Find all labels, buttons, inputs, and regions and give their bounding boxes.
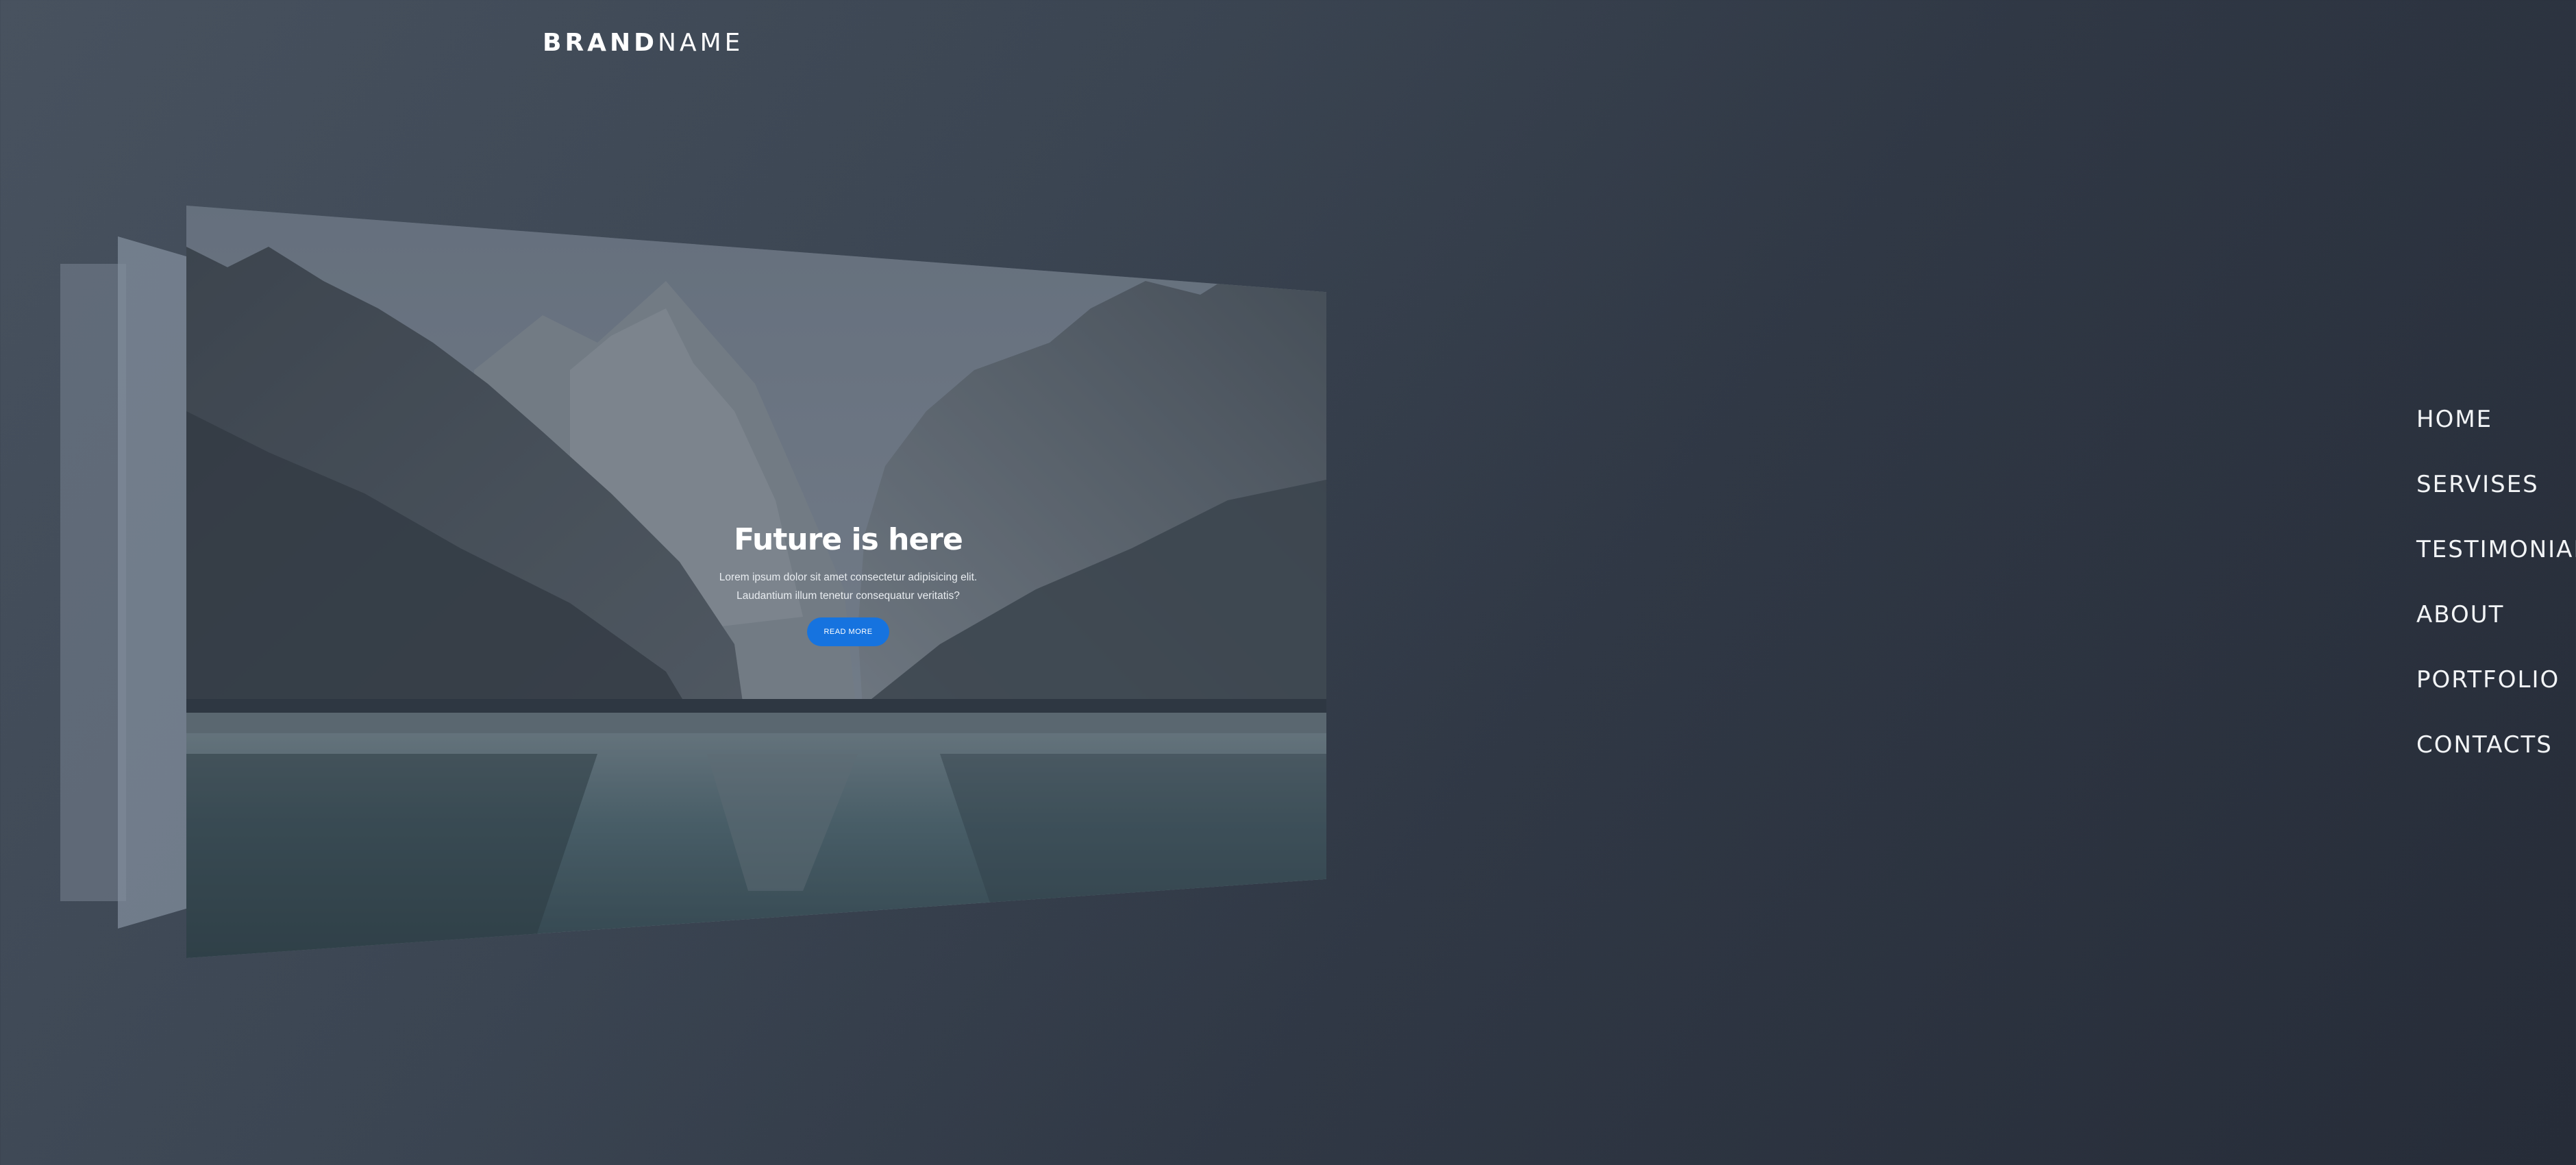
hero-text-line-1: Lorem ipsum dolor sit amet consectetur a… xyxy=(719,572,978,583)
nav-item-portfolio[interactable]: PORTFOLIO xyxy=(2416,663,2576,728)
hero-content: Future is here Lorem ipsum dolor sit ame… xyxy=(670,522,1026,646)
main-nav: HOME SERVISES TESTIMONIALS ABOUT PORTFOL… xyxy=(2416,403,2576,794)
hero-text-line-2: Laudantium illum tenetur consequatur ver… xyxy=(736,590,960,602)
slide-ghost-middle[interactable] xyxy=(118,236,189,929)
slide-ghost-back[interactable] xyxy=(60,264,126,901)
nav-item-about[interactable]: ABOUT xyxy=(2416,598,2576,663)
hero-title: Future is here xyxy=(734,522,963,557)
slider: Future is here Lorem ipsum dolor sit ame… xyxy=(0,0,1370,1028)
nav-item-testimonials[interactable]: TESTIMONIALS xyxy=(2416,533,2576,598)
nav-item-contacts[interactable]: CONTACTS xyxy=(2416,728,2576,794)
read-more-button[interactable]: READ MORE xyxy=(807,617,889,646)
slide-active: Future is here Lorem ipsum dolor sit ame… xyxy=(186,206,1326,958)
nav-item-services[interactable]: SERVISES xyxy=(2416,468,2576,533)
nav-item-home[interactable]: HOME xyxy=(2416,403,2576,468)
